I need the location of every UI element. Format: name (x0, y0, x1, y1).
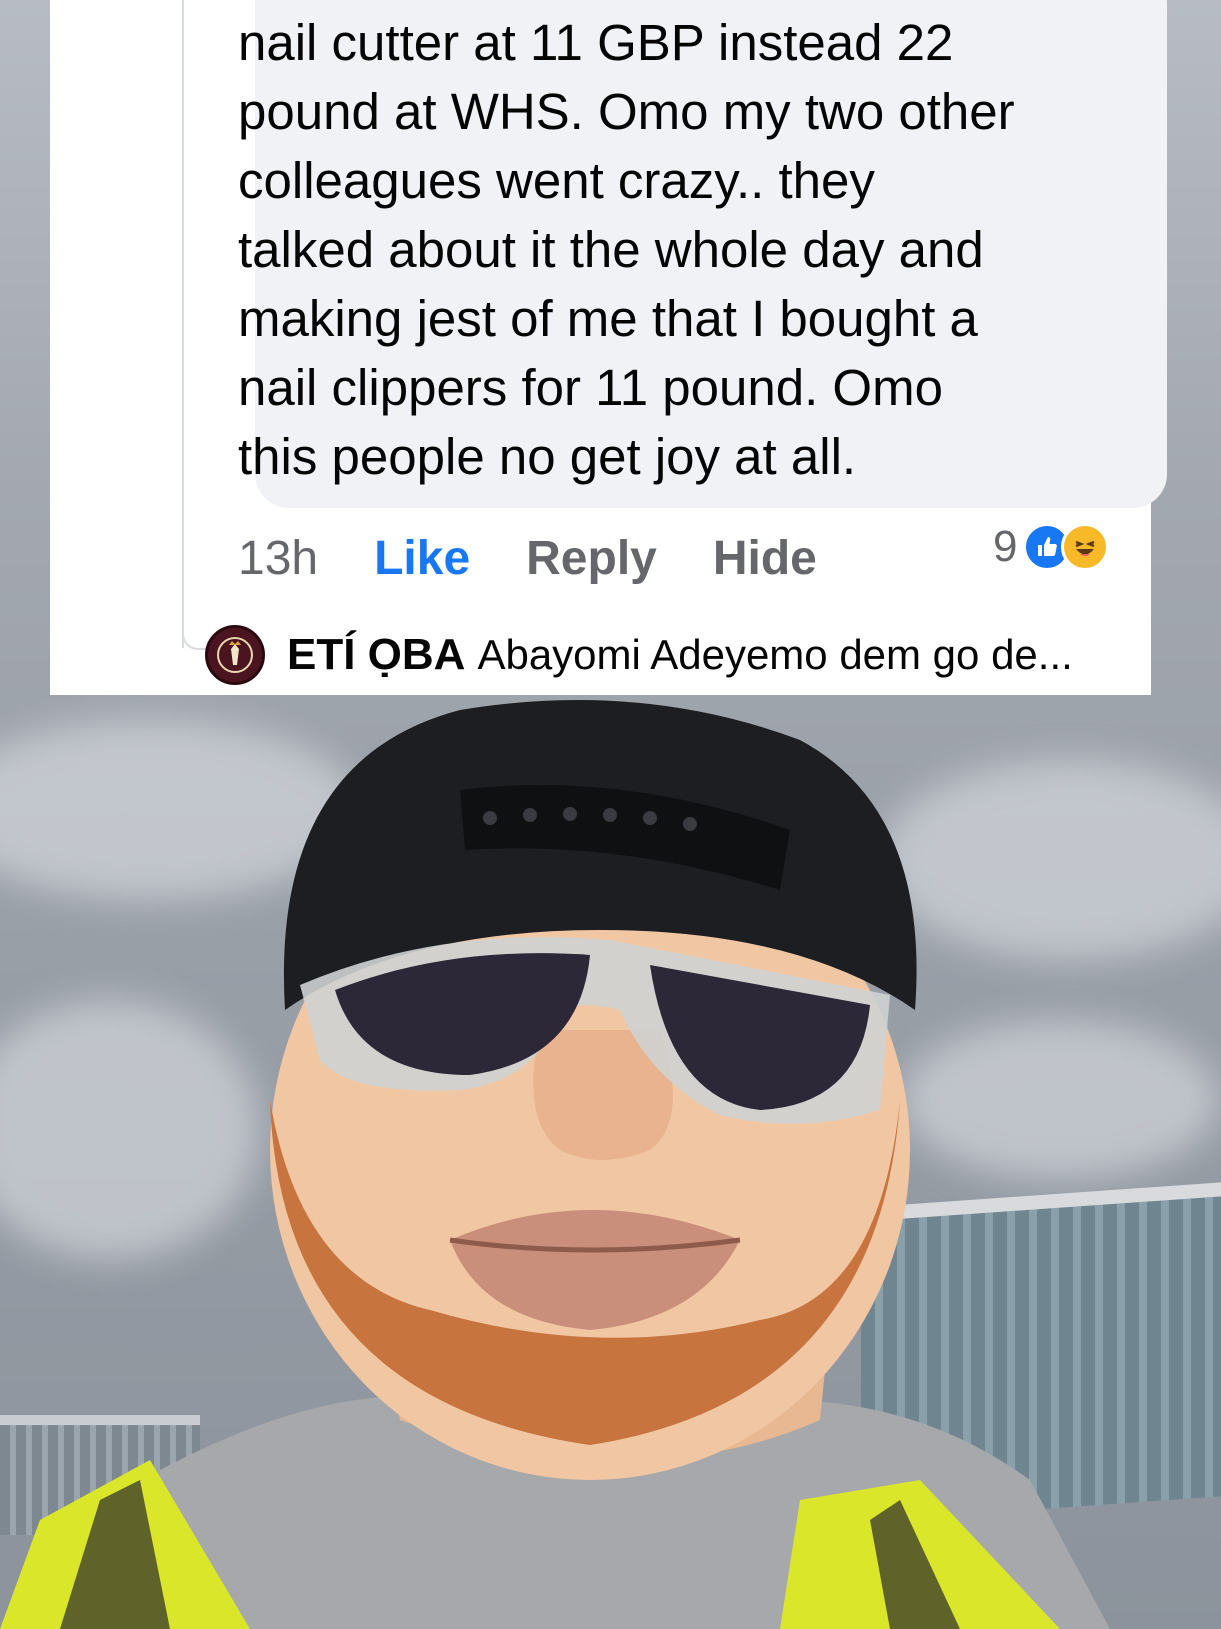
comment-text: nail cutter at 11 GBP instead 22 pound a… (238, 8, 1108, 491)
reactions-summary[interactable]: 9 (993, 521, 1110, 573)
reply-author-name[interactable]: ETÍ ỌBA (287, 630, 465, 680)
comment-line: colleagues went crazy.. they (238, 152, 875, 209)
comment-line: pound at WHS. Omo my two other (238, 83, 1015, 140)
reply-preview[interactable]: ETÍ ỌBA Abayomi Adeyemo dem go de... (205, 622, 1073, 688)
hide-button[interactable]: Hide (713, 531, 817, 586)
comment-line: nail clippers for 11 pound. Omo (238, 359, 943, 416)
like-button[interactable]: Like (374, 531, 470, 586)
comment-actions: 13h Like Reply Hide (238, 528, 817, 588)
comment-line: nail cutter at 11 GBP instead 22 (238, 14, 954, 71)
avatar[interactable] (205, 625, 265, 685)
comment-line: this people no get joy at all. (238, 428, 857, 485)
comment-line: making jest of me that I bought a (238, 290, 978, 347)
reaction-count: 9 (993, 522, 1018, 571)
haha-reaction-icon (1061, 523, 1110, 571)
comment-timestamp: 13h (238, 531, 319, 585)
comment-line: talked about it the whole day and (238, 221, 984, 278)
reply-button[interactable]: Reply (526, 531, 657, 586)
reply-preview-text: Abayomi Adeyemo dem go de... (477, 631, 1073, 678)
thread-line (182, 0, 184, 648)
